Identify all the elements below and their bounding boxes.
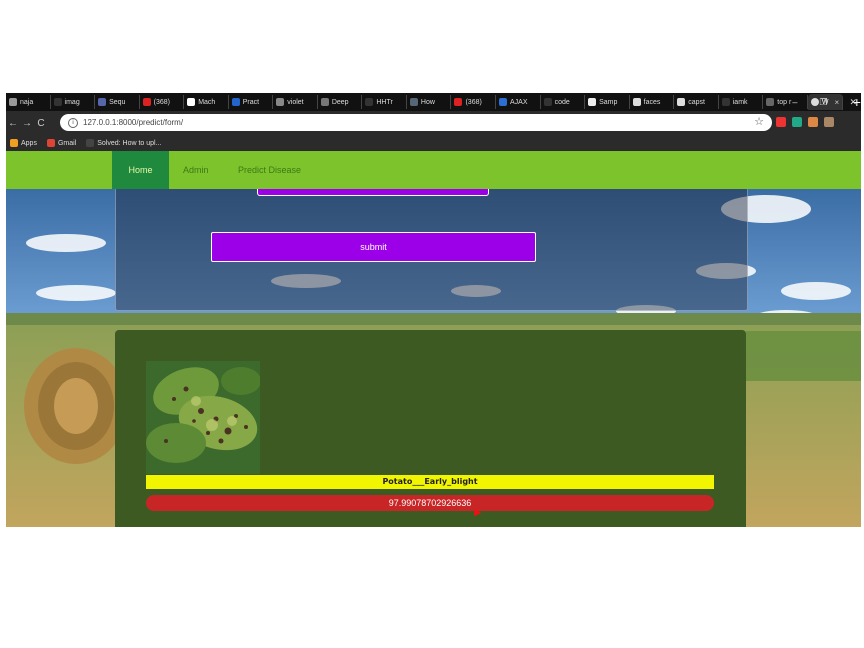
browser-tab[interactable]: Sequ	[95, 95, 140, 109]
browser-tab[interactable]: Mach	[184, 95, 229, 109]
tab-favicon-icon	[454, 98, 463, 106]
result-panel: Potato___Early_blight 97.99078702926636	[115, 330, 746, 527]
reload-icon[interactable]: C	[34, 118, 48, 129]
tab-label: top r	[777, 98, 792, 106]
extension-icon[interactable]	[824, 117, 834, 127]
tab-favicon-icon	[9, 98, 17, 106]
extension-icon[interactable]	[792, 117, 802, 127]
browser-tab[interactable]: AJAX	[496, 95, 541, 109]
extension-icon[interactable]	[776, 117, 786, 127]
bookmark-item[interactable]: Solved: How to upl...	[86, 139, 161, 147]
tab-favicon-icon	[632, 98, 641, 106]
tab-label: violet	[287, 98, 304, 106]
browser-tab[interactable]: (368)	[451, 95, 497, 109]
prediction-label: Potato___Early_blight	[146, 475, 714, 489]
tab-label: Samp	[599, 98, 618, 106]
url-input[interactable]: i 127.0.0.1:8000/predict/form/ ☆	[60, 114, 772, 131]
tab-favicon-icon	[721, 98, 730, 106]
bookmark-label: Solved: How to upl...	[97, 139, 162, 147]
nav-home[interactable]: Home	[112, 151, 169, 189]
browser-tab[interactable]: iamk	[719, 95, 764, 109]
tab-label: HHTr	[376, 98, 393, 106]
upload-form-panel: submit	[115, 189, 748, 311]
url-text: 127.0.0.1:8000/predict/form/	[83, 118, 184, 127]
info-icon[interactable]: i	[68, 117, 78, 128]
bookmark-icon	[86, 139, 95, 147]
tab-label: Mach	[198, 98, 216, 106]
browser-tab[interactable]: (368)	[140, 95, 185, 109]
submit-button[interactable]: submit	[211, 232, 536, 262]
tab-label: iamk	[732, 98, 748, 106]
tab-label: faces	[643, 98, 661, 106]
tab-favicon-icon	[320, 98, 329, 106]
file-input[interactable]	[257, 189, 489, 196]
extension-icon[interactable]	[808, 117, 818, 127]
tab-label: How	[420, 98, 435, 106]
tab-label: Pract	[242, 98, 260, 106]
browser-tab[interactable]: Deep	[318, 95, 363, 109]
browser-tab[interactable]: imag	[51, 95, 96, 109]
tab-favicon-icon	[409, 98, 418, 106]
tab-favicon-icon	[766, 98, 775, 106]
browser-tab[interactable]: code	[541, 95, 586, 109]
browser-tab[interactable]: violet	[273, 95, 318, 109]
tab-favicon-icon	[588, 98, 597, 106]
tab-label: code	[554, 98, 570, 106]
browser-tab[interactable]: naja	[6, 95, 51, 109]
maximize-icon[interactable]: ❐	[819, 97, 827, 108]
bookmark-item[interactable]: Apps	[10, 139, 37, 147]
extension-icons	[776, 117, 834, 127]
tab-label: Deep	[331, 98, 349, 106]
tab-favicon-icon	[543, 98, 552, 106]
tab-favicon-icon	[53, 98, 62, 106]
screenshot: naja imag Sequ (368) Mach Pract violet Deep HHTr…	[6, 93, 861, 527]
tab-label: (368)	[465, 98, 482, 106]
tab-label: imag	[64, 98, 80, 106]
bookmark-label: Apps	[21, 139, 37, 147]
tab-favicon-icon	[365, 98, 374, 106]
tab-favicon-icon	[142, 98, 151, 106]
nav-predict-disease[interactable]: Predict Disease	[238, 151, 301, 189]
minimize-icon[interactable]: –	[792, 97, 797, 107]
tab-label: AJAX	[510, 98, 528, 106]
bookmark-icon	[10, 139, 18, 147]
tab-favicon-icon	[231, 98, 240, 106]
close-window-icon[interactable]: ✕	[849, 97, 857, 108]
bookmark-item[interactable]: Gmail	[46, 139, 77, 147]
bookmark-label: Gmail	[57, 139, 77, 147]
leaf-image	[146, 361, 260, 474]
tab-favicon-icon	[98, 98, 107, 106]
forward-icon[interactable]: →	[20, 118, 34, 129]
tab-label: naja	[20, 98, 34, 106]
browser-tab[interactable]: faces	[630, 95, 675, 109]
browser-tab[interactable]: HHTr	[362, 95, 407, 109]
tab-favicon-icon	[276, 98, 285, 106]
browser-tab[interactable]: Pract	[229, 95, 274, 109]
bookmark-icon	[46, 139, 55, 147]
confidence-value: 97.99078702926636	[146, 495, 714, 511]
bookmarks-bar: Apps Gmail Solved: How to upl...	[6, 135, 861, 151]
nav-admin[interactable]: Admin	[183, 151, 209, 189]
tab-label: (368)	[153, 98, 170, 106]
tab-favicon-icon	[499, 98, 508, 106]
tab-favicon-icon	[187, 98, 196, 106]
web-page: Home Admin Predict Disease submit Potato…	[6, 151, 861, 527]
address-bar: ← → C i 127.0.0.1:8000/predict/form/ ☆	[6, 111, 861, 135]
window-controls: – ❐ ✕	[792, 93, 861, 111]
browser-tab[interactable]: capst	[674, 95, 719, 109]
browser-tab[interactable]: How	[407, 95, 452, 109]
site-navbar: Home Admin Predict Disease	[6, 151, 861, 189]
tab-strip: naja imag Sequ (368) Mach Pract violet Deep HHTr…	[6, 93, 861, 111]
browser-tab[interactable]: Samp	[585, 95, 630, 109]
tab-favicon-icon	[677, 98, 686, 106]
bookmark-star-icon[interactable]: ☆	[754, 115, 764, 128]
back-icon[interactable]: ←	[6, 118, 20, 129]
tab-label: capst	[688, 98, 705, 106]
tab-label: Sequ	[109, 98, 126, 106]
